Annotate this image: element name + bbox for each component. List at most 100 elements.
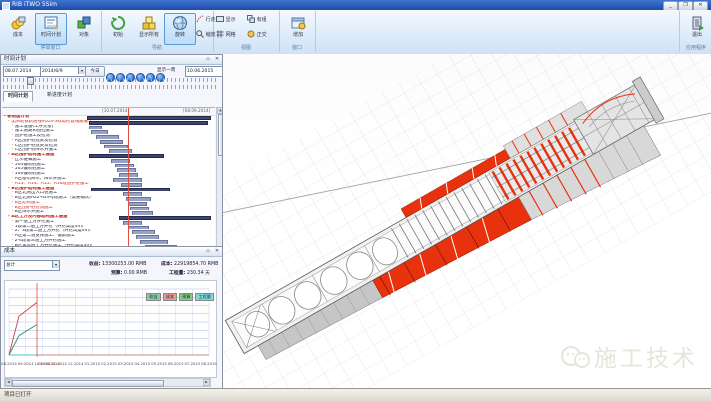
rotate-button[interactable]: 旋转 [164, 13, 196, 45]
cost-button-label: 成本 [13, 32, 23, 38]
exit-button[interactable]: 退出 [681, 13, 711, 45]
show-all-button-label: 显示所有 [139, 32, 159, 38]
legend-chip[interactable]: 收益 [146, 293, 160, 301]
chevron-down-icon[interactable]: ▾ [52, 261, 59, 268]
walk-icon [196, 15, 204, 23]
reset-icon [110, 15, 126, 31]
x-axis-label: 06.2015 [168, 361, 184, 366]
display-toggle[interactable]: 显示 [216, 14, 236, 26]
ribbon-group-view: 显示 有组 网格 正交 视图 [213, 11, 280, 52]
ribbon-group-dock-windows: 成本 时间计划 对象 停靠窗口 [0, 11, 102, 52]
group-toggle[interactable]: 有组 [247, 14, 267, 26]
x-axis-label: 08.2014 [1, 361, 17, 366]
magnifier-icon [196, 30, 204, 38]
schedule-panel-header[interactable]: 时间计划 ▫ ✕ [1, 55, 222, 65]
ribbon-group-label: 停靠窗口 [0, 44, 101, 52]
3d-viewport[interactable]: 施工技术 [222, 54, 711, 388]
panel-float-icon[interactable]: ▫ [204, 56, 212, 63]
add-window-button-label: 增加 [293, 32, 303, 38]
objects-button-label: 对象 [79, 32, 89, 38]
schedule-panel-title: 时间计划 [4, 56, 26, 62]
reset-view-button[interactable]: 初始 [102, 13, 134, 45]
grid-toggle-label: 网格 [226, 32, 236, 38]
scroll-left-icon[interactable]: ◀ [5, 379, 12, 386]
x-axis-label: 04.2015 [134, 361, 150, 366]
timeline-slider-handle[interactable] [27, 77, 34, 85]
ortho-toggle-label: 正交 [257, 32, 267, 38]
stat-cost-value: 22919854.70 RMB [174, 262, 218, 267]
add-window-button[interactable]: 增加 [282, 13, 314, 45]
grid-toggle[interactable]: 网格 [216, 29, 236, 41]
stat-revenue-label: 收益: [89, 262, 101, 267]
panel-close-icon[interactable]: ✕ [213, 56, 221, 63]
gantt-header-date: [08.09.2014] [183, 108, 210, 113]
display-toggle-label: 显示 [226, 17, 236, 23]
ribbon-group-application: 退出 应用程序 [679, 11, 711, 52]
stat-cost: 成本: 22919854.70 RMB [161, 260, 218, 267]
cost-chart: 收益成本预算工程量 08.201409.201410.201411.201412… [4, 280, 217, 378]
app-icon [2, 2, 10, 10]
gantt-header-date: [10.07.2014] [102, 108, 129, 113]
cost-scope-dropdown[interactable]: 总计 ▾ [4, 260, 60, 271]
ribbon-group-label: 导航 [101, 44, 213, 52]
date-from-field[interactable]: 08.07.2014 [3, 66, 41, 77]
watermark-chat-logo-icon [560, 346, 590, 376]
stat-quantity-label: 工程量: [169, 271, 185, 276]
gantt-chart[interactable]: [10.07.2014] [08.09.2014] - 新进度计划- 沈阳地铁轨… [2, 107, 215, 258]
date-to-field[interactable]: 10.06.2015 [185, 66, 223, 77]
tab-schedule[interactable]: 时间计划 [3, 91, 33, 102]
stat-quantity-value: 230.34 天 [187, 271, 210, 276]
schedule-panel: 时间计划 ▫ ✕ 08.07.2014 2014/6/9 ▾ 今日 显示一周 1… [0, 54, 223, 248]
panel-close-icon[interactable]: ✕ [213, 248, 221, 255]
x-axis-label: 09.2014 [18, 361, 34, 366]
scroll-right-icon[interactable]: ▶ [203, 379, 210, 386]
cost-panel: 成本 ▫ ✕ 总计 ▾ 收益: 13300253.00 RMB 成本: 2291… [0, 246, 223, 389]
grid-icon [216, 30, 224, 38]
app-window: { "window": {"title": "RIB iTWO 5Sim", "… [0, 0, 711, 400]
legend-chip[interactable]: 预算 [179, 293, 193, 301]
ortho-toggle[interactable]: 正交 [247, 29, 267, 41]
tab-new-progress[interactable]: 新进度计划 [43, 91, 76, 100]
watermark: 施工技术 [560, 339, 698, 376]
date-select-dropdown[interactable]: 2014/6/9 ▾ [40, 66, 86, 77]
x-axis-label: 08.2015 [201, 361, 217, 366]
watermark-text: 施工技术 [594, 346, 698, 372]
legend-chip[interactable]: 成本 [163, 293, 177, 301]
cost-icon [10, 15, 26, 31]
cost-scope-value: 总计 [6, 263, 15, 268]
rotate-button-label: 旋转 [175, 32, 185, 38]
x-axis-label: 02.2015 [101, 361, 117, 366]
x-axis-label: 07.2015 [184, 361, 200, 366]
ribbon-group-label: 视图 [213, 44, 279, 52]
add-window-icon [290, 15, 306, 31]
cost-panel-header[interactable]: 成本 ▫ ✕ [1, 247, 222, 257]
status-text: 项目已打开 [4, 392, 32, 398]
stat-budget-label: 预算: [111, 271, 123, 276]
stat-revenue: 收益: 13300253.00 RMB [89, 260, 146, 267]
group-toggle-label: 有组 [257, 17, 267, 23]
x-axis-label: 05.2015 [151, 361, 167, 366]
x-axis-label: 03.2015 [118, 361, 134, 366]
schedule-button-label: 时间计划 [41, 32, 61, 38]
chart-horizontal-scrollbar[interactable]: ◀ ▶ [4, 378, 211, 387]
schedule-icon [43, 15, 59, 31]
timeline-ruler-bottom[interactable] [3, 85, 219, 89]
ribbon-group-label: 窗口 [279, 44, 315, 52]
rotate-globe-icon [172, 15, 188, 31]
scrollbar-thumb[interactable] [12, 380, 164, 387]
timeline-ruler-top[interactable] [3, 78, 219, 82]
chevron-down-icon[interactable]: ▾ [78, 67, 85, 74]
panel-float-icon[interactable]: ▫ [204, 248, 212, 255]
ribbon-group-window: 增加 窗口 [279, 11, 316, 52]
stat-cost-label: 成本: [161, 262, 173, 267]
today-button[interactable]: 今日 [85, 66, 105, 77]
legend-chip[interactable]: 工程量 [195, 293, 214, 301]
show-all-button[interactable]: 显示所有 [133, 13, 165, 45]
title-bar: RIB iTWO 5Sim [0, 0, 711, 10]
exit-button-label: 退出 [692, 32, 702, 38]
schedule-button[interactable]: 时间计划 [35, 13, 67, 45]
chart-legend: 收益成本预算工程量 [144, 283, 214, 302]
cost-button[interactable]: 成本 [2, 13, 34, 45]
objects-button[interactable]: 对象 [68, 13, 100, 45]
exit-icon [689, 15, 705, 31]
